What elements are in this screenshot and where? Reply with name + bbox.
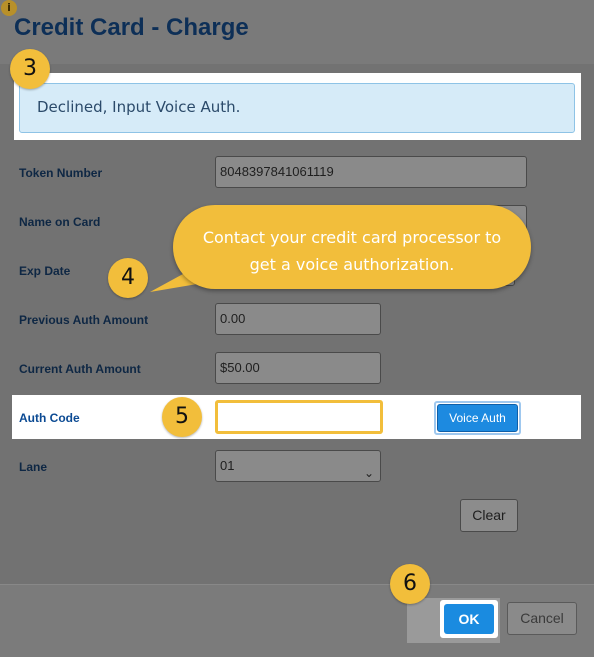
callout-line-2: get a voice authorization.	[249, 255, 455, 274]
callout-bubble: Contact your credit card processor to ge…	[173, 205, 531, 289]
callout-tail	[150, 262, 215, 292]
step-6-marker: 6	[390, 564, 430, 604]
callout-text: Contact your credit card processor to ge…	[173, 224, 531, 278]
step-3-marker: 3	[10, 49, 50, 89]
step-4-marker: 4	[108, 258, 148, 298]
callout-line-1: Contact your credit card processor to	[202, 228, 502, 247]
step-5-marker: 5	[162, 397, 202, 437]
